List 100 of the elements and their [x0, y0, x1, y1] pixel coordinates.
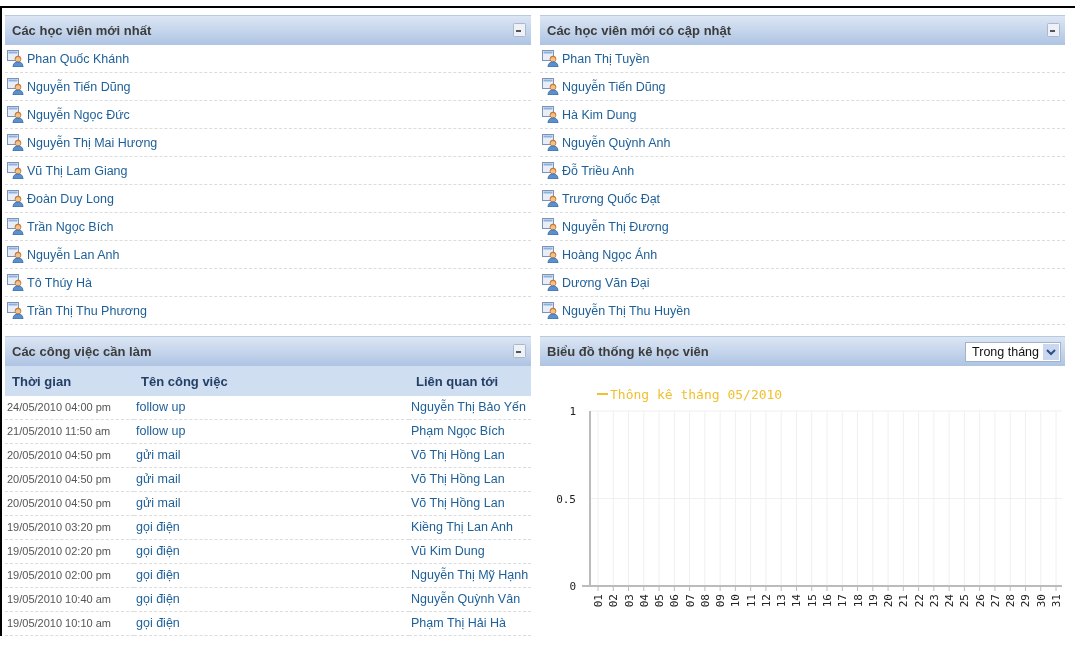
x-tick-label: 15 [805, 594, 819, 608]
task-link[interactable]: gọi điện [134, 515, 409, 540]
y-tick-label: 0 [569, 580, 576, 593]
task-link[interactable]: gọi điện [134, 539, 409, 564]
task-link[interactable]: follow up [134, 419, 409, 444]
x-tick-label: 19 [866, 594, 880, 608]
time-cell: 19/05/2010 02:00 pm [5, 563, 134, 588]
panel-title: Các công việc cần làm [12, 344, 152, 359]
x-tick-label: 11 [744, 594, 758, 608]
period-select[interactable]: Trong tháng [965, 341, 1061, 362]
student-icon [7, 274, 24, 291]
y-tick-label: 0.5 [556, 492, 576, 506]
x-tick-label: 12 [759, 594, 773, 608]
y-tick-label: 1 [569, 405, 576, 418]
x-tick-label: 27 [988, 594, 1002, 608]
column-header: Thời gian [5, 366, 134, 396]
student-icon [542, 78, 559, 95]
related-link[interactable]: Võ Thị Hồng Lan [409, 491, 531, 516]
student-link[interactable]: Nguyễn Ngọc Đức [27, 107, 130, 122]
related-link[interactable]: Nguyễn Quỳnh Vân [409, 587, 531, 612]
student-link[interactable]: Dương Văn Đại [562, 275, 650, 290]
x-tick-label: 14 [790, 594, 804, 608]
x-tick-label: 23 [927, 594, 941, 608]
task-link[interactable]: gửi mail [134, 467, 409, 492]
student-link[interactable]: Đỗ Triều Anh [562, 163, 635, 178]
student-icon [7, 50, 24, 67]
student-link[interactable]: Hoàng Ngọc Ánh [562, 247, 658, 262]
student-icon [7, 134, 24, 151]
x-tick-label: 07 [683, 594, 697, 608]
x-tick-label: 22 [912, 594, 926, 608]
column-header: Tên công việc [134, 366, 409, 396]
x-tick-label: 16 [821, 594, 834, 608]
student-link[interactable]: Nguyễn Thị Đương [562, 219, 669, 234]
task-link[interactable]: gọi điện [134, 587, 409, 612]
chart-legend: Thông kê tháng 05/2010 [596, 387, 783, 402]
student-icon [542, 134, 559, 151]
related-link[interactable]: Vũ Kim Dung [409, 539, 531, 564]
student-link[interactable]: Phan Quốc Khánh [27, 51, 130, 66]
x-tick-label: 25 [958, 594, 972, 608]
related-link[interactable]: Nguyễn Thị Mỹ Hạnh [409, 563, 531, 588]
task-link[interactable]: gọi điện [134, 611, 409, 636]
x-tick-label: 05 [653, 594, 667, 608]
student-link[interactable]: Trương Quốc Đạt [562, 191, 661, 206]
related-link[interactable]: Võ Thị Hồng Lan [409, 443, 531, 468]
student-link[interactable]: Nguyễn Tiến Dũng [27, 79, 131, 94]
column-header: Liên quan tới [409, 366, 531, 396]
x-tick-label: 20 [882, 594, 896, 608]
student-icon [7, 78, 24, 95]
related-link[interactable]: Phạm Thị Hải Hà [409, 611, 531, 636]
student-link[interactable]: Tô Thúy Hà [27, 275, 93, 290]
x-tick-label: 26 [973, 594, 987, 608]
time-cell: 24/05/2010 04:00 pm [5, 396, 134, 420]
student-link[interactable]: Hà Kim Dung [562, 107, 637, 122]
x-tick-label: 24 [943, 594, 957, 608]
time-cell: 19/05/2010 03:20 pm [5, 515, 134, 540]
x-tick-label: 31 [1050, 594, 1063, 608]
student-link[interactable]: Nguyễn Lan Anh [27, 247, 120, 262]
collapse-icon[interactable] [1047, 23, 1061, 38]
x-tick-label: 06 [668, 594, 682, 608]
x-tick-label: 17 [836, 594, 850, 608]
task-link[interactable]: follow up [134, 396, 409, 420]
student-icon [542, 106, 559, 123]
x-tick-label: 21 [897, 594, 911, 608]
collapse-icon[interactable] [513, 344, 527, 359]
student-link[interactable]: Nguyễn Tiến Dũng [562, 79, 666, 94]
student-icon [542, 218, 559, 235]
x-tick-label: 29 [1019, 594, 1033, 608]
student-icon [7, 218, 24, 235]
student-link[interactable]: Nguyễn Quỳnh Anh [562, 135, 671, 150]
student-icon [542, 246, 559, 263]
student-icon [7, 190, 24, 207]
student-icon [542, 190, 559, 207]
related-link[interactable]: Võ Thị Hồng Lan [409, 467, 531, 492]
related-link[interactable]: Kiềng Thị Lan Anh [409, 515, 531, 540]
task-link[interactable]: gửi mail [134, 491, 409, 516]
time-cell: 19/05/2010 10:40 am [5, 587, 134, 612]
collapse-icon[interactable] [513, 23, 527, 38]
time-cell: 20/05/2010 04:50 pm [5, 491, 134, 516]
task-link[interactable]: gửi mail [134, 443, 409, 468]
x-tick-label: 18 [851, 594, 865, 608]
task-link[interactable]: gọi điện [134, 563, 409, 588]
related-link[interactable]: Phạm Ngọc Bích [409, 419, 531, 444]
panel-title: Biểu đồ thống kê học viên [547, 344, 709, 359]
student-link[interactable]: Trần Thị Thu Phương [27, 303, 147, 318]
student-icon [542, 302, 559, 319]
time-cell: 21/05/2010 11:50 am [5, 419, 134, 444]
student-link[interactable]: Nguyễn Thị Thu Huyền [562, 303, 691, 318]
student-link[interactable]: Nguyễn Thị Mai Hương [27, 135, 158, 150]
x-tick-label: 09 [714, 594, 728, 608]
student-icon [542, 50, 559, 67]
x-tick-label: 28 [1004, 594, 1018, 608]
student-link[interactable]: Đoàn Duy Long [27, 191, 114, 206]
student-link[interactable]: Vũ Thị Lam Giang [27, 163, 128, 178]
related-link[interactable]: Nguyễn Thị Bảo Yến [409, 396, 531, 420]
x-tick-label: 02 [607, 594, 621, 608]
panel-title: Các học viên mới có cập nhật [547, 23, 732, 38]
panel-title: Các học viên mới nhất [12, 23, 152, 38]
student-link[interactable]: Phan Thị Tuyền [562, 51, 650, 66]
student-link[interactable]: Trần Ngọc Bích [27, 219, 114, 234]
time-cell: 19/05/2010 02:20 pm [5, 539, 134, 564]
